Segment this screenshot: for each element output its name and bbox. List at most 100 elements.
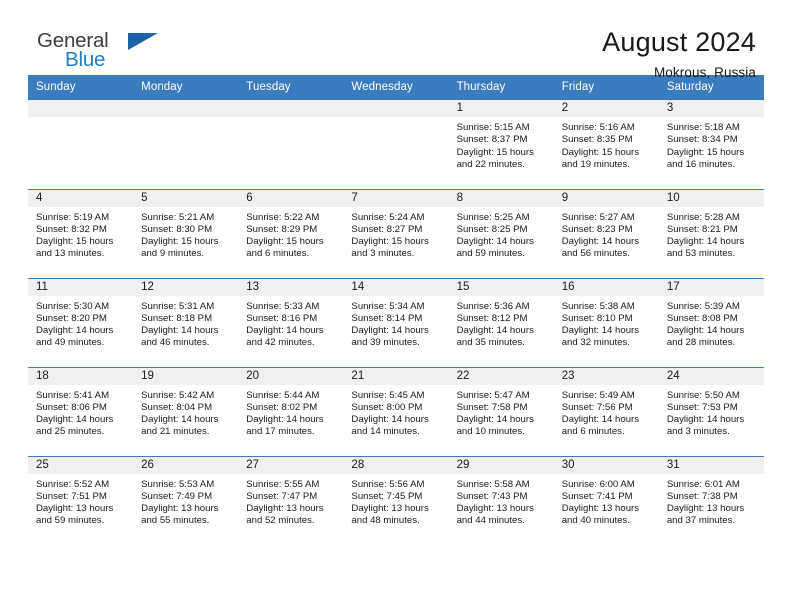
calendar-day-cell[interactable]: 16 Sunrise: 5:38 AM Sunset: 8:10 PM Dayligh…: [553, 277, 659, 367]
general-blue-logo[interactable]: General Blue: [34, 28, 164, 78]
day-details: Sunrise: 5:41 AM Sunset: 8:06 PM Daylight:…: [28, 385, 133, 439]
day-number: 16: [553, 278, 659, 296]
sunset-text: Sunset: 8:14 PM: [351, 312, 423, 324]
daylight-text-line2: and 53 minutes.: [666, 248, 736, 260]
day-details: Sunrise: 5:36 AM Sunset: 8:12 PM Daylight:…: [449, 296, 554, 350]
daylight-text-line2: and 22 minutes.: [456, 158, 525, 170]
calendar-day-cell[interactable]: 11 Sunrise: 5:30 AM Sunset: 8:20 PM Dayligh…: [28, 277, 134, 367]
daylight-text-line2: and 17 minutes.: [246, 426, 315, 438]
sunset-text: Sunset: 8:30 PM: [141, 223, 213, 235]
calendar-day-cell[interactable]: 19 Sunrise: 5:42 AM Sunset: 8:04 PM Dayligh…: [133, 366, 239, 456]
daylight-text-line1: Daylight: 15 hours: [666, 146, 745, 158]
daylight-text-line2: and 44 minutes.: [456, 515, 525, 527]
calendar-day-cell[interactable]: 5 Sunrise: 5:21 AM Sunset: 8:30 PM Daylight…: [133, 188, 239, 278]
daylight-text-line2: and 37 minutes.: [666, 515, 736, 527]
calendar-day-cell[interactable]: 9 Sunrise: 5:27 AM Sunset: 8:23 PM Daylight…: [553, 188, 659, 278]
calendar-day-cell[interactable]: 2 Sunrise: 5:16 AM Sunset: 8:35 PM Daylight…: [553, 100, 659, 189]
calendar-day-cell[interactable]: 17 Sunrise: 5:39 AM Sunset: 8:08 PM Dayligh…: [658, 277, 764, 367]
sunrise-text: Sunrise: 5:33 AM: [246, 300, 320, 312]
sunrise-text: Sunrise: 5:21 AM: [141, 211, 215, 223]
day-number: 28: [343, 456, 449, 474]
day-details: Sunrise: 5:30 AM Sunset: 8:20 PM Daylight:…: [28, 296, 133, 350]
day-details: Sunrise: 5:28 AM Sunset: 8:21 PM Daylight:…: [659, 207, 764, 261]
daylight-text-line2: and 13 minutes.: [36, 248, 105, 260]
sunrise-text: Sunrise: 5:28 AM: [666, 211, 740, 223]
sunset-text: Sunset: 8:12 PM: [456, 312, 528, 324]
calendar-day-cell[interactable]: 27 Sunrise: 5:55 AM Sunset: 7:47 PM Dayligh…: [238, 455, 344, 545]
day-details: Sunrise: 6:00 AM Sunset: 7:41 PM Daylight:…: [554, 474, 659, 528]
day-details: Sunrise: 5:27 AM Sunset: 8:23 PM Daylight:…: [554, 207, 659, 261]
calendar-day-cell[interactable]: 29 Sunrise: 5:58 AM Sunset: 7:43 PM Dayligh…: [448, 455, 554, 545]
daylight-text-line2: and 40 minutes.: [561, 515, 630, 527]
calendar-day-cell[interactable]: 26 Sunrise: 5:53 AM Sunset: 7:49 PM Dayligh…: [133, 455, 239, 545]
sunset-text: Sunset: 8:27 PM: [351, 223, 423, 235]
daylight-text-line1: Daylight: 14 hours: [561, 414, 640, 426]
day-number: 3: [658, 100, 764, 117]
sunrise-text: Sunrise: 5:45 AM: [351, 389, 425, 401]
calendar-body: 1 Sunrise: 5:15 AM Sunset: 8:37 PM Daylight…: [28, 100, 764, 545]
weekday-header-monday: Monday: [133, 75, 239, 100]
calendar-day-cell[interactable]: 31 Sunrise: 6:01 AM Sunset: 7:38 PM Dayligh…: [658, 455, 764, 545]
day-details: Sunrise: 5:18 AM Sunset: 8:34 PM Daylight:…: [659, 117, 764, 171]
calendar-day-cell[interactable]: 6 Sunrise: 5:22 AM Sunset: 8:29 PM Daylight…: [238, 188, 344, 278]
calendar-day-cell[interactable]: 25 Sunrise: 5:52 AM Sunset: 7:51 PM Dayligh…: [28, 455, 134, 545]
calendar-day-cell[interactable]: 22 Sunrise: 5:47 AM Sunset: 7:58 PM Dayligh…: [448, 366, 554, 456]
day-details: Sunrise: 5:58 AM Sunset: 7:43 PM Daylight:…: [449, 474, 554, 528]
calendar-day-cell[interactable]: 8 Sunrise: 5:25 AM Sunset: 8:25 PM Daylight…: [448, 188, 554, 278]
calendar-day-cell[interactable]: 3 Sunrise: 5:18 AM Sunset: 8:34 PM Daylight…: [658, 100, 764, 189]
day-number: 4: [28, 189, 134, 207]
sunrise-text: Sunrise: 5:49 AM: [561, 389, 635, 401]
day-number: 25: [28, 456, 134, 474]
day-details: Sunrise: 5:42 AM Sunset: 8:04 PM Daylight:…: [133, 385, 238, 439]
daylight-text-line2: and 3 minutes.: [351, 248, 415, 260]
day-number: 24: [658, 367, 764, 385]
sunset-text: Sunset: 8:23 PM: [561, 223, 633, 235]
day-details: Sunrise: 5:39 AM Sunset: 8:08 PM Daylight:…: [659, 296, 764, 350]
calendar-day-cell[interactable]: 14 Sunrise: 5:34 AM Sunset: 8:14 PM Dayligh…: [343, 277, 449, 367]
calendar-day-cell[interactable]: 13 Sunrise: 5:33 AM Sunset: 8:16 PM Dayligh…: [238, 277, 344, 367]
day-number: [133, 100, 239, 117]
daylight-text-line1: Daylight: 14 hours: [456, 325, 534, 337]
day-details: Sunrise: 5:33 AM Sunset: 8:16 PM Daylight:…: [238, 296, 343, 350]
calendar-day-cell[interactable]: 12 Sunrise: 5:31 AM Sunset: 8:18 PM Dayligh…: [133, 277, 239, 367]
day-number: 15: [448, 278, 554, 296]
day-number: 11: [28, 278, 134, 296]
calendar-day-cell[interactable]: 7 Sunrise: 5:24 AM Sunset: 8:27 PM Daylight…: [343, 188, 449, 278]
day-details: Sunrise: 5:45 AM Sunset: 8:00 PM Daylight:…: [343, 385, 448, 439]
daylight-text-line1: Daylight: 14 hours: [36, 414, 114, 426]
sunset-text: Sunset: 8:06 PM: [36, 401, 107, 413]
day-number: [343, 100, 449, 117]
calendar-day-cell[interactable]: 28 Sunrise: 5:56 AM Sunset: 7:45 PM Dayligh…: [343, 455, 449, 545]
sunrise-text: Sunrise: 5:55 AM: [246, 478, 320, 490]
daylight-text-line2: and 21 minutes.: [141, 426, 210, 438]
daylight-text-line2: and 32 minutes.: [561, 337, 630, 349]
calendar-day-cell[interactable]: 20 Sunrise: 5:44 AM Sunset: 8:02 PM Dayligh…: [238, 366, 344, 456]
day-number: 7: [343, 189, 449, 207]
calendar-day-cell[interactable]: 18 Sunrise: 5:41 AM Sunset: 8:06 PM Dayligh…: [28, 366, 134, 456]
daylight-text-line2: and 10 minutes.: [456, 426, 525, 438]
day-details: Sunrise: 5:25 AM Sunset: 8:25 PM Daylight:…: [449, 207, 554, 261]
day-details: Sunrise: 5:47 AM Sunset: 7:58 PM Daylight:…: [449, 385, 554, 439]
day-number: 21: [343, 367, 449, 385]
calendar-week-row: 4 Sunrise: 5:19 AM Sunset: 8:32 PM Daylight…: [28, 188, 764, 278]
calendar-day-cell[interactable]: 15 Sunrise: 5:36 AM Sunset: 8:12 PM Dayligh…: [448, 277, 554, 367]
day-number: 23: [553, 367, 659, 385]
sunset-text: Sunset: 7:41 PM: [561, 490, 633, 502]
daylight-text-line1: Daylight: 14 hours: [141, 414, 219, 426]
calendar-day-cell[interactable]: 10 Sunrise: 5:28 AM Sunset: 8:21 PM Dayligh…: [658, 188, 764, 278]
daylight-text-line2: and 28 minutes.: [666, 337, 736, 349]
calendar-day-cell[interactable]: 24 Sunrise: 5:50 AM Sunset: 7:53 PM Dayligh…: [658, 366, 764, 456]
calendar-day-cell[interactable]: 1 Sunrise: 5:15 AM Sunset: 8:37 PM Daylight…: [448, 100, 554, 189]
day-number: 10: [658, 189, 764, 207]
daylight-text-line1: Daylight: 15 hours: [141, 236, 219, 248]
calendar-day-cell[interactable]: 21 Sunrise: 5:45 AM Sunset: 8:00 PM Dayligh…: [343, 366, 449, 456]
sunset-text: Sunset: 8:00 PM: [351, 401, 423, 413]
calendar-day-cell[interactable]: 23 Sunrise: 5:49 AM Sunset: 7:56 PM Dayligh…: [553, 366, 659, 456]
calendar-day-cell[interactable]: 30 Sunrise: 6:00 AM Sunset: 7:41 PM Dayligh…: [553, 455, 659, 545]
sunset-text: Sunset: 7:43 PM: [456, 490, 528, 502]
daylight-text-line1: Daylight: 14 hours: [246, 414, 324, 426]
sunset-text: Sunset: 7:58 PM: [456, 401, 528, 413]
daylight-text-line2: and 42 minutes.: [246, 337, 315, 349]
daylight-text-line2: and 56 minutes.: [561, 248, 630, 260]
calendar-day-cell[interactable]: 4 Sunrise: 5:19 AM Sunset: 8:32 PM Daylight…: [28, 188, 134, 278]
